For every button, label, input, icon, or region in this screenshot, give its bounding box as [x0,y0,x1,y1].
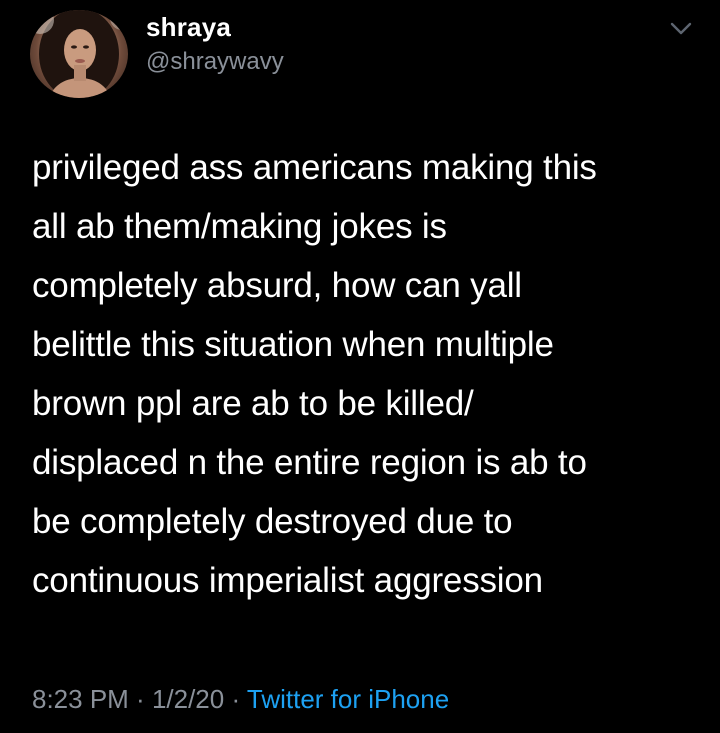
tweet-source-link[interactable]: Twitter for iPhone [247,684,449,714]
meta-separator: · [128,684,152,714]
tweet-text-line: continuous imperialist aggression [32,561,543,600]
user-handle[interactable]: @shraywavy [146,48,284,76]
tweet-text-line: displaced n the entire region is ab to [32,443,587,482]
meta-separator: · [224,684,247,714]
display-name[interactable]: shraya [146,12,231,43]
tweet-text-line: privileged ass americans making this [32,148,597,187]
tweet-text-line: completely absurd, how can yall [32,266,522,305]
tweet-time[interactable]: 8:23 PM [32,684,129,714]
tweet-text-line: be completely destroyed due to [32,502,513,541]
tweet-text: privileged ass americans making this all… [32,138,700,610]
tweet-date[interactable]: 1/2/20 [152,684,224,714]
tweet-text-line: all ab them/making jokes is [32,207,447,246]
chevron-down-icon[interactable] [670,22,692,36]
tweet: shraya @shraywavy privileged ass america… [0,0,720,733]
avatar[interactable] [30,10,128,98]
tweet-text-line: belittle this situation when multiple [32,325,554,364]
avatar-image [30,10,128,98]
tweet-meta: 8:23 PM · 1/2/20 · Twitter for iPhone [32,684,449,715]
tweet-text-line: brown ppl are ab to be killed/ [32,384,474,423]
